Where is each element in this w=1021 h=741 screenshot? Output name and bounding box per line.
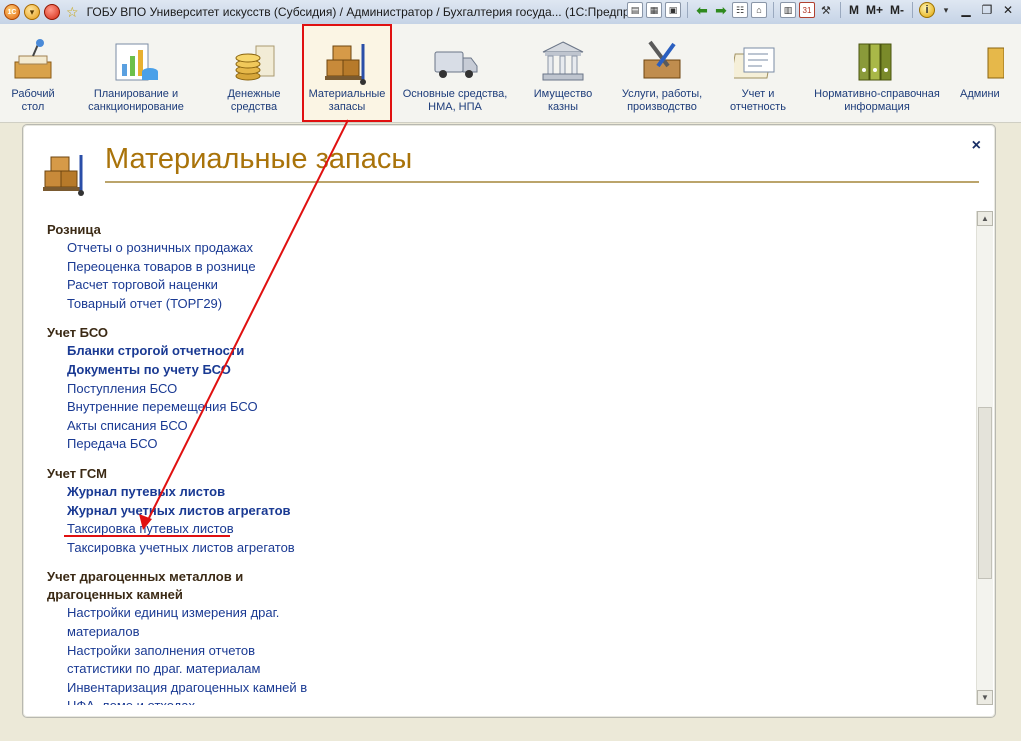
section-label: Основные средства, НМА, НПА xyxy=(402,88,508,113)
group-title: Учет БСО xyxy=(47,325,109,341)
calculator-icon[interactable]: ▥ xyxy=(779,2,796,18)
history-icon[interactable]: ☷ xyxy=(731,2,748,18)
command-link[interactable]: Таксировка учетных листов агрегатов xyxy=(47,539,977,558)
section-content-panel: Материальные запасы × Розница Отчеты о р… xyxy=(22,124,996,718)
print-icon[interactable]: ▦ xyxy=(645,2,662,18)
main-menu-dropdown-icon[interactable]: ▾ xyxy=(24,4,40,20)
tools-small-icon[interactable]: ⚒ xyxy=(818,2,834,18)
section-reporting[interactable]: Учет и отчетность xyxy=(716,24,800,122)
command-link[interactable]: Журнал путевых листов xyxy=(47,483,977,502)
memory-minus-button[interactable]: M- xyxy=(888,2,906,18)
command-link-highlighted[interactable]: Таксировка путевых листов xyxy=(47,520,977,539)
command-link[interactable]: Настройки заполнения отчетов статистики … xyxy=(47,642,977,679)
section-admin[interactable]: Админи xyxy=(954,24,1021,122)
preview-icon[interactable]: ▣ xyxy=(664,2,681,18)
truck-icon xyxy=(431,38,479,86)
calendar-icon[interactable]: 31 xyxy=(798,2,815,18)
section-label: Материальные запасы xyxy=(308,88,386,113)
close-icon[interactable]: × xyxy=(972,137,981,155)
memory-plus-button[interactable]: M+ xyxy=(864,2,885,18)
favorites-star-icon[interactable]: ☆ xyxy=(66,4,79,21)
section-label: Учет и отчетность xyxy=(730,88,786,113)
back-arrow-icon[interactable]: ⬅ xyxy=(694,2,710,18)
group-title: Розница xyxy=(47,222,101,237)
reports-icon xyxy=(734,38,782,86)
tools-icon xyxy=(638,38,686,86)
group-title: Учет ГСМ xyxy=(47,465,107,481)
command-link[interactable]: Расчет торговой наценки xyxy=(47,276,977,295)
desktop-icon xyxy=(9,38,57,86)
minimize-button[interactable]: ▁ xyxy=(957,2,975,18)
toolbar-separator xyxy=(772,2,774,18)
section-label: Нормативно-справочная информация xyxy=(814,88,940,113)
close-window-button[interactable]: ✕ xyxy=(999,2,1017,18)
forward-arrow-icon[interactable]: ➡ xyxy=(713,2,729,18)
window-title: ГОБУ ВПО Университет искусств (Субсидия)… xyxy=(86,5,635,19)
section-label: Рабочий стол xyxy=(11,88,55,113)
section-label: Денежные средства xyxy=(227,88,281,113)
save-icon[interactable]: ▤ xyxy=(626,2,643,18)
section-planning[interactable]: Планирование и санкционирование xyxy=(66,24,206,122)
command-link[interactable]: Переоценка товаров в рознице xyxy=(47,258,977,277)
vertical-scrollbar[interactable]: ▲ ▼ xyxy=(976,211,993,705)
command-link[interactable]: Передача БСО xyxy=(47,435,977,454)
section-fixed-assets[interactable]: Основные средства, НМА, НПА xyxy=(392,24,518,122)
section-label: Админи xyxy=(960,88,1000,100)
chevron-down-icon[interactable]: ▾ xyxy=(938,2,954,18)
command-link[interactable]: Инвентаризация драгоценных камней в НФА,… xyxy=(47,679,977,705)
app-logo-icon[interactable]: 1С xyxy=(4,4,20,20)
sections-panel: Рабочий стол Планирование и санкциониров… xyxy=(0,24,1021,123)
scroll-up-icon[interactable]: ▲ xyxy=(977,211,993,226)
toolbar-separator xyxy=(686,2,688,18)
home-icon[interactable]: ⌂ xyxy=(750,2,767,18)
status-strip xyxy=(0,720,1021,741)
section-inventory[interactable]: Материальные запасы xyxy=(302,24,392,122)
section-label: Услуги, работы, производство xyxy=(621,88,703,113)
command-link[interactable]: Внутренние перемещения БСО xyxy=(47,398,977,417)
toolbar-separator xyxy=(839,2,841,18)
treasury-building-icon xyxy=(539,38,587,86)
command-link[interactable]: Настройки единиц измерения драг. материа… xyxy=(47,604,977,641)
section-label: Имущество казны xyxy=(533,88,593,113)
command-link[interactable]: Товарный отчет (ТОРГ29) xyxy=(47,295,977,314)
command-link[interactable]: Документы по учету БСО xyxy=(47,361,977,380)
scroll-down-icon[interactable]: ▼ xyxy=(977,690,993,705)
section-desktop[interactable]: Рабочий стол xyxy=(0,24,66,122)
pallet-boxes-icon xyxy=(323,38,371,86)
command-link[interactable]: Отчеты о розничных продажах xyxy=(47,239,977,258)
admin-icon xyxy=(984,38,1004,86)
command-link[interactable]: Бланки строгой отчетности xyxy=(47,342,977,361)
binders-icon xyxy=(853,38,901,86)
planning-chart-icon xyxy=(112,38,160,86)
section-reference-info[interactable]: Нормативно-справочная информация xyxy=(800,24,954,122)
command-link[interactable]: Поступления БСО xyxy=(47,380,977,399)
section-treasury-property[interactable]: Имущество казны xyxy=(518,24,608,122)
section-cash[interactable]: Денежные средства xyxy=(206,24,302,122)
pallet-boxes-icon xyxy=(41,149,89,197)
section-services[interactable]: Услуги, работы, производство xyxy=(608,24,716,122)
stop-icon[interactable] xyxy=(44,4,60,20)
scroll-thumb[interactable] xyxy=(978,407,992,579)
commands-list: Розница Отчеты о розничных продажах Пере… xyxy=(47,221,977,705)
memory-m-button[interactable]: M xyxy=(847,2,861,18)
title-divider xyxy=(105,181,979,183)
section-label: Планирование и санкционирование xyxy=(88,88,184,113)
restore-button[interactable]: ❐ xyxy=(978,2,996,18)
page-title: Материальные запасы xyxy=(105,143,413,175)
info-icon[interactable]: i xyxy=(919,2,935,18)
title-bar: 1С ▾ ☆ ГОБУ ВПО Университет искусств (Су… xyxy=(0,0,1021,25)
toolbar-separator xyxy=(912,2,913,18)
command-link[interactable]: Акты списания БСО xyxy=(47,417,977,436)
command-link[interactable]: Журнал учетных листов агрегатов xyxy=(47,502,977,521)
group-title: Учет драгоценных металлов и драгоценных … xyxy=(47,569,244,603)
coins-icon xyxy=(230,38,278,86)
